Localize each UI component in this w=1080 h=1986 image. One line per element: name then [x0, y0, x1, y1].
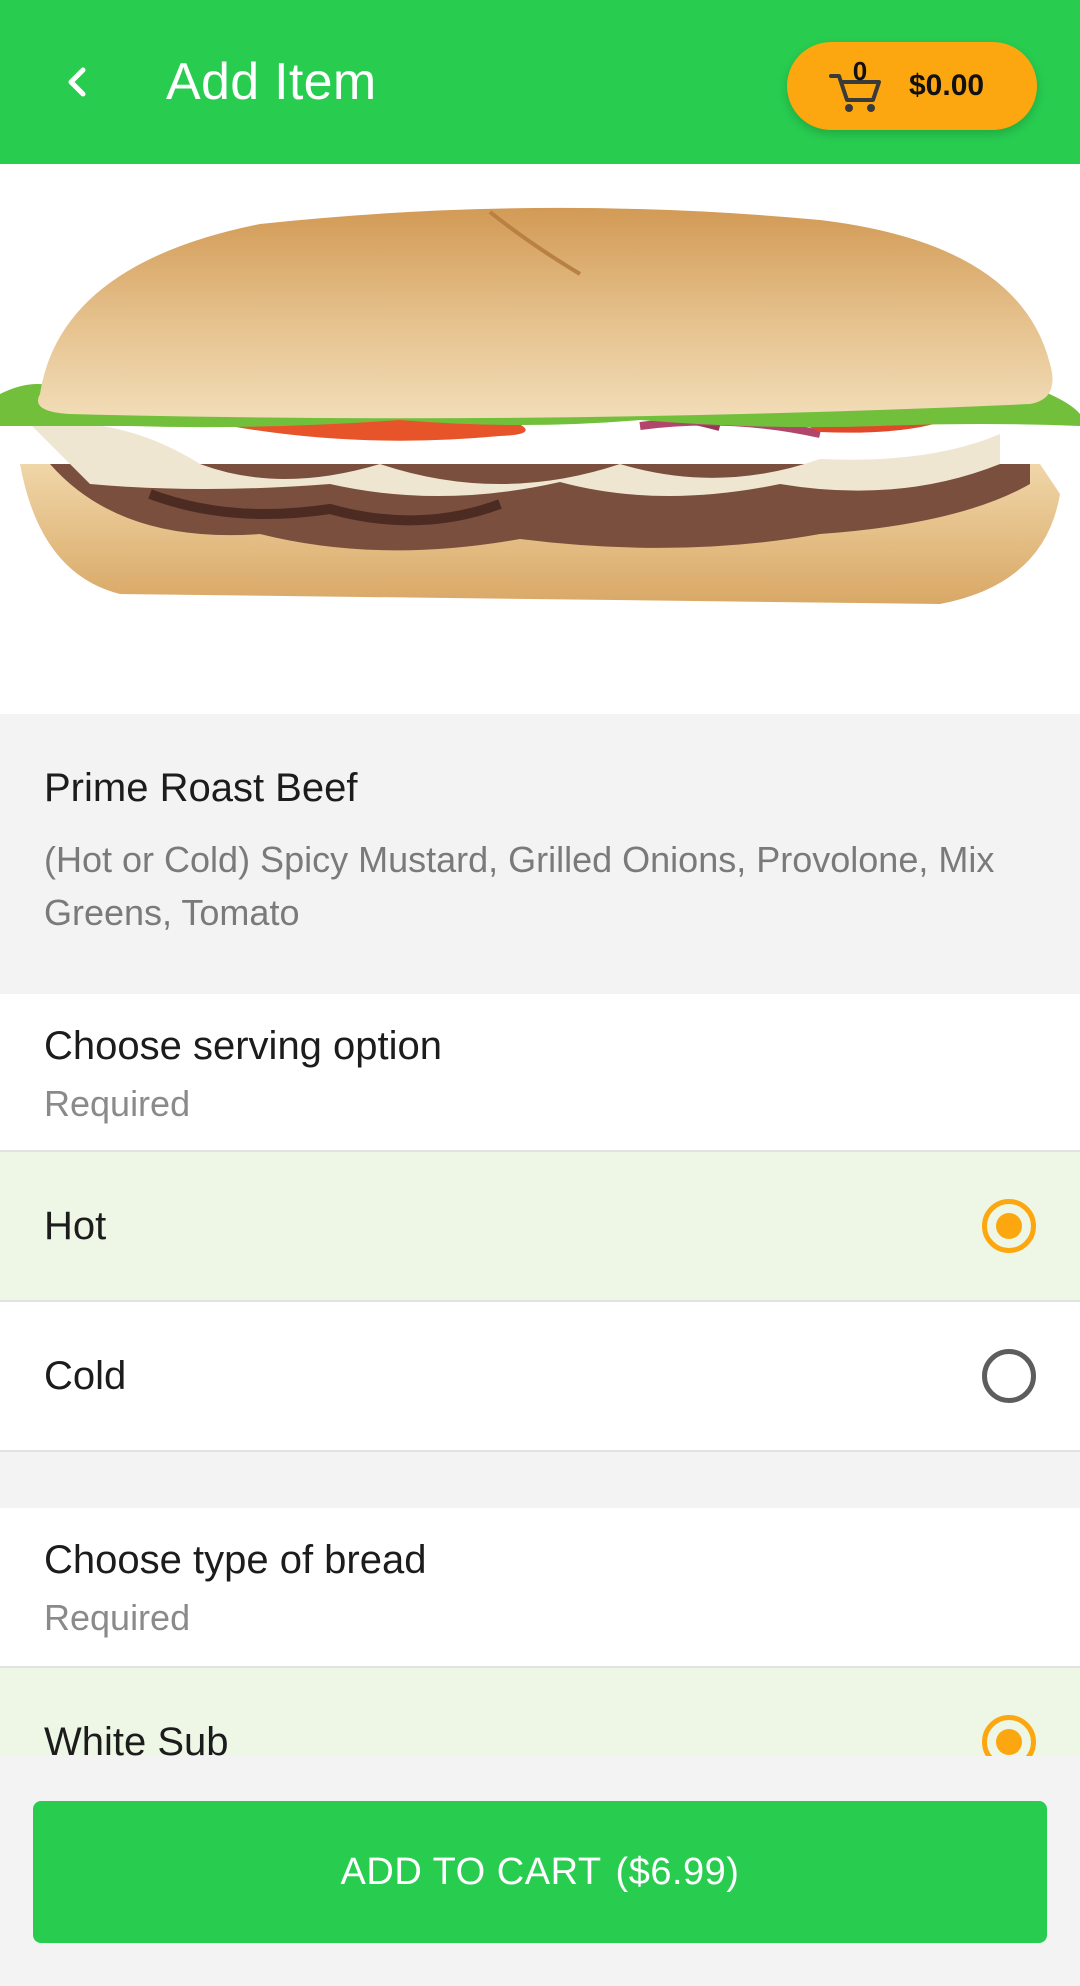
section-required-label: Required: [44, 1597, 191, 1638]
item-image: [0, 164, 1080, 714]
option-hot[interactable]: Hot: [0, 1152, 1080, 1302]
bottom-action-bar: ADD TO CART ($6.99): [0, 1756, 1080, 1986]
add-to-cart-button[interactable]: ADD TO CART ($6.99): [33, 1801, 1047, 1943]
section-title: Choose serving option: [44, 1024, 443, 1068]
add-item-screen: Add Item 0 $0.00 Prime Roast Beef (Hot o…: [0, 0, 1080, 1986]
cart-count-badge: 0: [852, 56, 868, 86]
add-to-cart-price: ($6.99): [615, 1850, 740, 1893]
option-cold[interactable]: Cold: [0, 1302, 1080, 1452]
item-details: Prime Roast Beef (Hot or Cold) Spicy Mus…: [0, 714, 1080, 994]
section-divider: [0, 1452, 1080, 1508]
cart-total: $0.00: [909, 69, 985, 102]
option-label: Hot: [44, 1203, 107, 1248]
section-required-label: Required: [44, 1083, 191, 1124]
serving-option-section-header: Choose serving option Required: [0, 994, 1080, 1152]
shopping-cart-icon: 0: [827, 56, 887, 116]
radio-unselected-icon[interactable]: [982, 1349, 1036, 1403]
app-header: Add Item 0 $0.00: [0, 0, 1080, 164]
back-button[interactable]: [48, 52, 108, 112]
radio-selected-icon[interactable]: [982, 1199, 1036, 1253]
item-name: Prime Roast Beef: [44, 766, 358, 810]
cart-button[interactable]: 0 $0.00: [787, 42, 1037, 130]
add-to-cart-label: ADD TO CART: [340, 1850, 602, 1893]
option-label: Cold: [44, 1353, 127, 1398]
bread-type-section-header: Choose type of bread Required: [0, 1508, 1080, 1668]
chevron-left-icon: [68, 67, 86, 97]
item-description: (Hot or Cold) Spicy Mustard, Grilled Oni…: [44, 839, 995, 933]
page-title: Add Item: [166, 53, 377, 111]
section-title: Choose type of bread: [44, 1538, 427, 1582]
